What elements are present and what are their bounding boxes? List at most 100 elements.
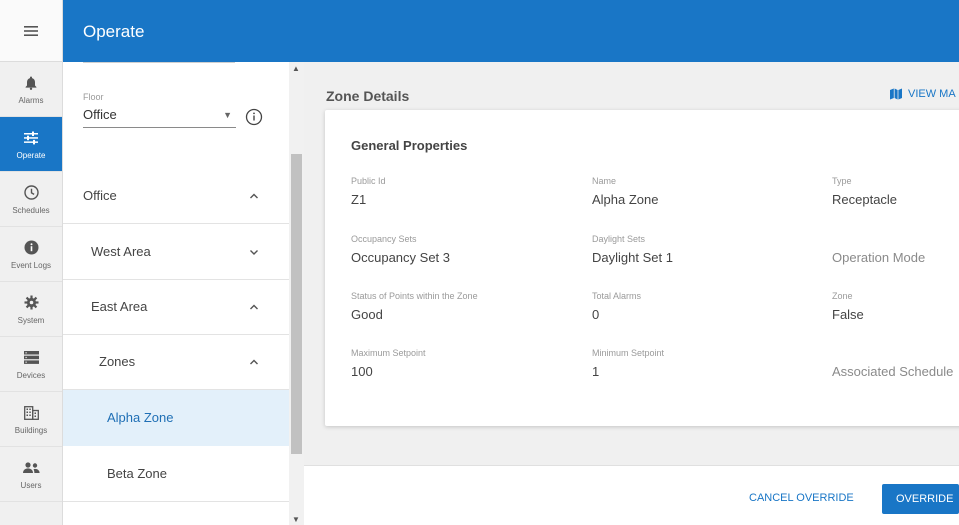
info-icon: [24, 239, 39, 257]
prop-status-points: Status of Points within the Zone Good: [351, 291, 478, 322]
building-icon: [23, 404, 39, 422]
prop-value: Alpha Zone: [592, 192, 659, 207]
users-icon: [22, 459, 40, 477]
nav-label: Operate: [16, 150, 46, 160]
section-title: Zone Details: [326, 88, 410, 104]
prop-total-alarms: Total Alarms 0: [592, 291, 641, 322]
tree-item-zones[interactable]: Zones: [63, 334, 289, 390]
chevron-up-icon[interactable]: [248, 301, 260, 313]
nav-label: Event Logs: [10, 260, 52, 270]
prop-value: 100: [351, 364, 373, 379]
cancel-override-button[interactable]: CANCEL OVERRIDE: [749, 492, 854, 504]
nav-item-users[interactable]: Users: [0, 447, 62, 502]
tree-item-alpha-zone[interactable]: Alpha Zone: [63, 390, 289, 446]
scroll-up-icon[interactable]: ▲: [292, 64, 300, 73]
prop-key: Daylight Sets: [592, 234, 646, 244]
prop-key: Public Id: [351, 176, 386, 186]
prop-key: Occupancy Sets: [351, 234, 417, 244]
floor-label: Floor: [83, 92, 104, 102]
prop-name: Name Alpha Zone: [592, 176, 659, 207]
prop-value: Daylight Set 1: [592, 250, 673, 265]
prop-value: Occupancy Set 3: [351, 250, 450, 265]
chevron-up-icon[interactable]: [248, 190, 260, 202]
nav-item-devices[interactable]: Devices: [0, 337, 62, 392]
nav-item-event-logs[interactable]: Event Logs: [0, 227, 62, 282]
prop-occupancy-sets: Occupancy Sets Occupancy Set 3: [351, 234, 450, 265]
nav-label: Devices: [16, 370, 46, 380]
nav-label: System: [17, 315, 45, 325]
tree-item-label: East Area: [91, 299, 148, 314]
card-title: General Properties: [351, 138, 468, 153]
tree-item-label: Zones: [99, 354, 136, 369]
nav-label: Buildings: [14, 425, 48, 435]
tree-item-label: Beta Zone: [107, 466, 167, 481]
prop-key: Name: [592, 176, 617, 186]
nav-rail: Alarms Operate Schedules Event Logs Syst…: [0, 0, 63, 525]
chevron-up-icon[interactable]: [248, 356, 260, 368]
prop-key: Total Alarms: [592, 291, 642, 301]
prop-value: Good: [351, 307, 383, 322]
scrollbar-thumb[interactable]: [291, 154, 302, 454]
prop-zone: Zone False: [832, 291, 864, 322]
devices-icon: [23, 349, 39, 367]
map-icon: [890, 88, 902, 100]
view-map-link[interactable]: VIEW MA: [890, 88, 956, 100]
app-header: Operate: [63, 0, 959, 62]
tree-item-label: West Area: [91, 244, 151, 259]
location-tree-panel: Floor Office ▼ Office West Area East Are…: [63, 62, 289, 525]
tree-item-label: Office: [83, 188, 117, 203]
prop-max-setpoint: Maximum Setpoint 100: [351, 348, 426, 379]
prop-public-id: Public Id Z1: [351, 176, 386, 207]
nav-item-operate[interactable]: Operate: [0, 117, 62, 172]
divider: [83, 62, 235, 63]
caret-down-icon: ▼: [223, 110, 232, 120]
prop-daylight-sets: Daylight Sets Daylight Set 1: [592, 234, 673, 265]
tree-scrollbar[interactable]: ▲ ▼: [289, 62, 304, 525]
nav-item-system[interactable]: System: [0, 282, 62, 337]
prop-min-setpoint: Minimum Setpoint 1: [592, 348, 664, 379]
tree-item-west-area[interactable]: West Area: [63, 224, 289, 280]
nav-label: Users: [20, 480, 42, 490]
nav-item-schedules[interactable]: Schedules: [0, 172, 62, 227]
gear-icon: [24, 294, 39, 312]
prop-key: Zone: [832, 291, 853, 301]
prop-value: Z1: [351, 192, 367, 207]
bell-icon: [25, 74, 37, 92]
clock-icon: [23, 184, 39, 202]
action-footer: CANCEL OVERRIDE OVERRIDE: [304, 465, 959, 525]
tree-item-east-area[interactable]: East Area: [63, 279, 289, 335]
view-map-label: VIEW MA: [908, 88, 956, 100]
tree-item-label: Alpha Zone: [107, 410, 174, 425]
page-title: Operate: [83, 22, 145, 41]
prop-key: Minimum Setpoint: [592, 348, 665, 358]
prop-operation-mode: Operation Mode: [832, 250, 925, 265]
tree-item-office[interactable]: Office: [63, 168, 289, 224]
hamburger-icon: [24, 25, 38, 36]
prop-value: Receptacle: [832, 192, 898, 207]
prop-type: Type Receptacle: [832, 176, 897, 207]
tree-item-beta-zone[interactable]: Beta Zone: [63, 446, 289, 502]
prop-key: Status of Points within the Zone: [351, 291, 478, 301]
prop-heading: Operation Mode: [832, 250, 926, 265]
sliders-icon: [24, 129, 38, 147]
chevron-down-icon[interactable]: [248, 246, 260, 258]
prop-value: False: [832, 307, 864, 322]
prop-key: Maximum Setpoint: [351, 348, 426, 358]
general-properties-card: General Properties Public Id Z1 Name Alp…: [325, 110, 959, 426]
scroll-down-icon[interactable]: ▼: [292, 515, 300, 524]
nav-item-buildings[interactable]: Buildings: [0, 392, 62, 447]
override-button[interactable]: OVERRIDE: [882, 484, 959, 514]
zone-details-panel: Zone Details VIEW MA General Properties …: [304, 62, 959, 465]
prop-associated-schedule: Associated Schedule: [832, 364, 953, 379]
nav-label: Alarms: [18, 95, 44, 105]
prop-heading: Associated Schedule: [832, 364, 954, 379]
prop-value: 1: [592, 364, 600, 379]
menu-button[interactable]: [0, 0, 62, 62]
prop-key: Type: [832, 176, 852, 186]
info-circle-icon[interactable]: [245, 108, 263, 126]
nav-item-alarms[interactable]: Alarms: [0, 62, 62, 117]
nav-label: Schedules: [12, 205, 50, 215]
floor-select-value: Office: [83, 107, 117, 122]
prop-value: 0: [592, 307, 600, 322]
floor-select[interactable]: Office ▼: [83, 106, 236, 128]
